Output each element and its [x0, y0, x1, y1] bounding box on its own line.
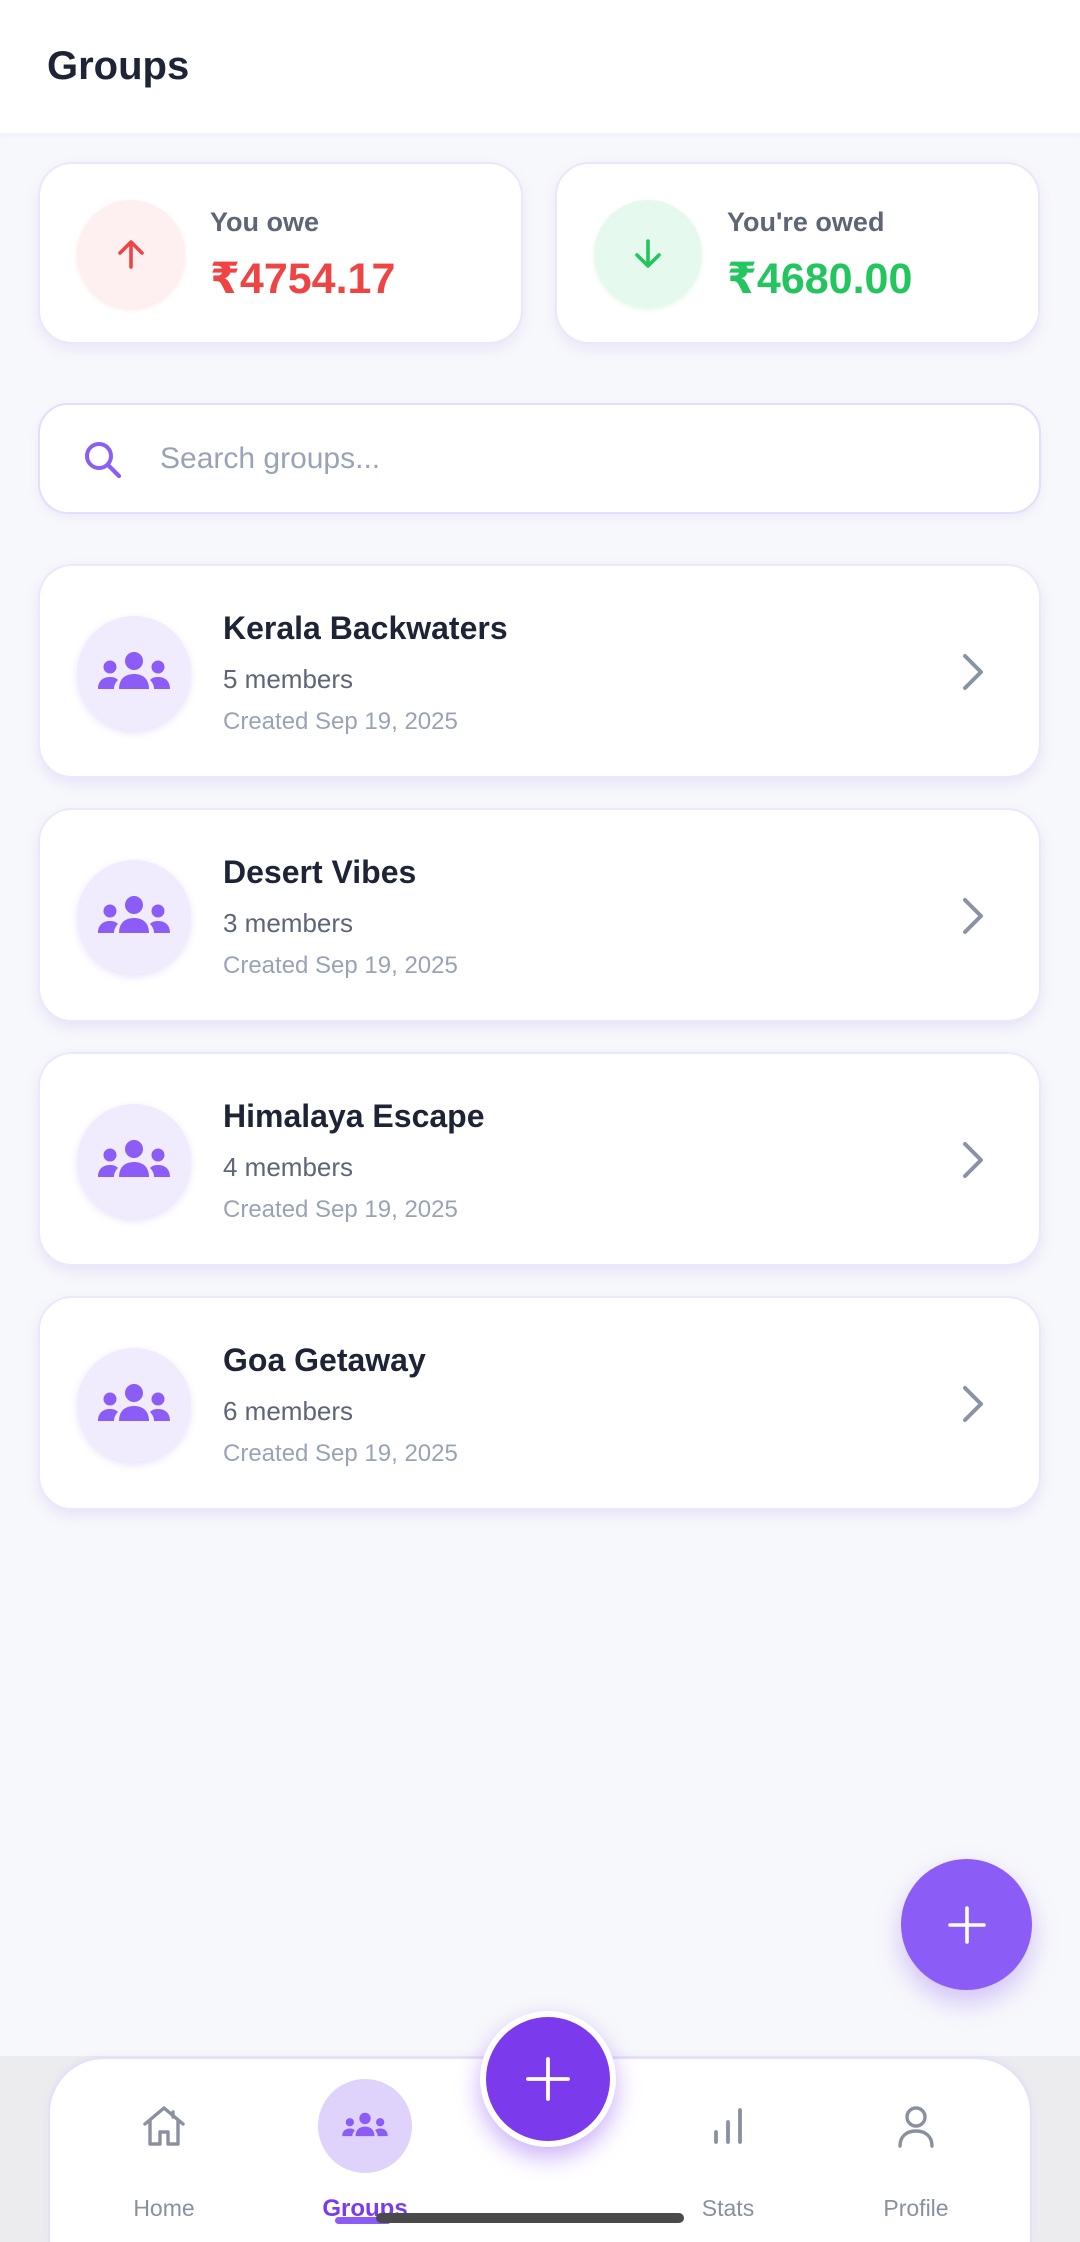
- home-icon: [117, 2079, 211, 2173]
- group-created-date: Created Sep 19, 2025: [223, 1440, 458, 1467]
- youre-owed-card[interactable]: You're owed ₹4680.00: [555, 162, 1040, 344]
- group-card[interactable]: Desert Vibes 3 members Created Sep 19, 2…: [38, 808, 1041, 1022]
- nav-label-profile: Profile: [883, 2195, 949, 2221]
- app-header: Groups: [0, 0, 1080, 133]
- users-icon: [77, 1104, 191, 1218]
- chevron-right-icon: [963, 898, 983, 934]
- youre-owed-label: You're owed: [727, 207, 885, 237]
- users-icon: [77, 860, 191, 974]
- add-expense-button[interactable]: [480, 2011, 616, 2147]
- you-owe-amount: ₹4754.17: [210, 255, 396, 303]
- users-icon: [77, 1348, 191, 1462]
- group-card[interactable]: Kerala Backwaters 5 members Created Sep …: [38, 564, 1041, 778]
- chevron-right-icon: [963, 1386, 983, 1422]
- page-title: Groups: [47, 44, 190, 88]
- person-icon: [869, 2079, 963, 2173]
- plus-icon: [948, 1906, 986, 1944]
- group-card[interactable]: Goa Getaway 6 members Created Sep 19, 20…: [38, 1296, 1041, 1510]
- add-group-button[interactable]: [901, 1859, 1032, 1990]
- users-icon: [318, 2079, 412, 2173]
- group-name: Himalaya Escape: [223, 1098, 485, 1134]
- groups-screen: Groups You owe ₹4754.17 You're owed ₹468…: [0, 0, 1080, 2242]
- nav-item-home[interactable]: Home: [84, 2059, 244, 2242]
- you-owe-card[interactable]: You owe ₹4754.17: [38, 162, 523, 344]
- group-member-count: 3 members: [223, 908, 354, 938]
- nav-item-profile[interactable]: Profile: [836, 2059, 996, 2242]
- group-name: Kerala Backwaters: [223, 610, 508, 646]
- search-icon: [85, 442, 122, 479]
- group-created-date: Created Sep 19, 2025: [223, 952, 458, 979]
- arrow-down-icon: [594, 200, 702, 308]
- chevron-right-icon: [963, 654, 983, 690]
- search-input[interactable]: [160, 429, 1000, 489]
- home-indicator: [376, 2213, 684, 2223]
- plus-icon: [526, 2057, 570, 2101]
- group-created-date: Created Sep 19, 2025: [223, 708, 458, 735]
- group-card[interactable]: Himalaya Escape 4 members Created Sep 19…: [38, 1052, 1041, 1266]
- bar-chart-icon: [681, 2079, 775, 2173]
- you-owe-label: You owe: [210, 207, 320, 237]
- group-member-count: 4 members: [223, 1152, 354, 1182]
- chevron-right-icon: [963, 1142, 983, 1178]
- group-name: Desert Vibes: [223, 854, 417, 890]
- users-icon: [77, 616, 191, 730]
- group-name: Goa Getaway: [223, 1342, 426, 1378]
- nav-label-home: Home: [133, 2195, 195, 2221]
- search-bar[interactable]: [38, 403, 1041, 514]
- group-member-count: 6 members: [223, 1396, 354, 1426]
- arrow-up-icon: [77, 200, 185, 308]
- youre-owed-amount: ₹4680.00: [727, 255, 913, 303]
- group-created-date: Created Sep 19, 2025: [223, 1196, 458, 1223]
- group-member-count: 5 members: [223, 664, 354, 694]
